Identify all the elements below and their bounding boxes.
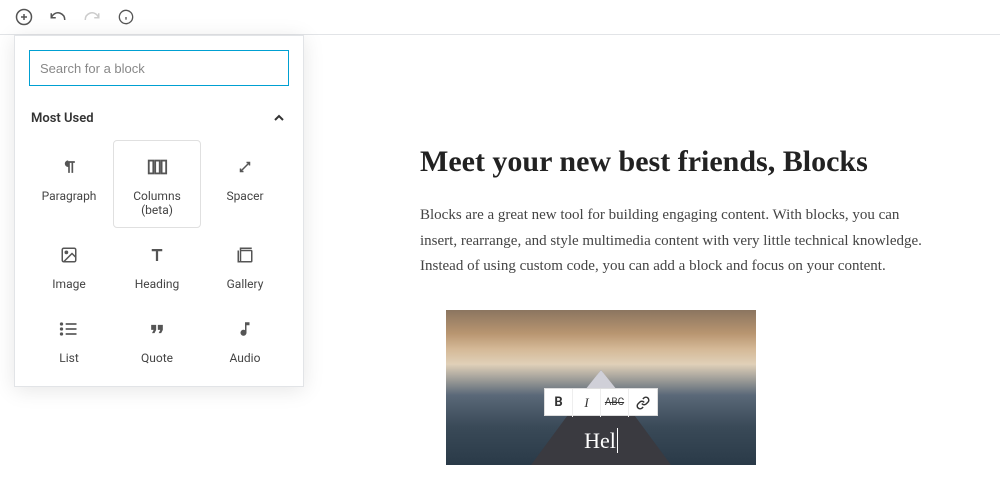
link-icon	[636, 396, 650, 410]
page-title[interactable]: Meet your new best friends, Blocks	[420, 145, 940, 179]
italic-button[interactable]: I	[573, 389, 601, 417]
undo-icon	[49, 8, 67, 26]
intro-paragraph[interactable]: Blocks are a great new tool for building…	[420, 203, 940, 280]
editor-toolbar	[0, 0, 1000, 35]
list-icon	[57, 317, 81, 341]
block-label: Audio	[230, 351, 261, 365]
chevron-up-icon	[271, 110, 287, 126]
format-toolbar: B I ABC	[544, 388, 658, 416]
block-columns[interactable]: Columns (beta)	[113, 140, 201, 228]
paragraph-icon	[57, 155, 81, 179]
block-gallery[interactable]: Gallery	[201, 228, 289, 302]
block-spacer[interactable]: Spacer	[201, 140, 289, 228]
info-button[interactable]	[116, 7, 136, 27]
redo-button[interactable]	[82, 7, 102, 27]
redo-icon	[83, 8, 101, 26]
image-icon	[57, 243, 81, 267]
cover-text-input[interactable]: Hel	[446, 428, 756, 454]
link-button[interactable]	[629, 389, 657, 417]
block-label: Gallery	[227, 277, 264, 291]
quote-icon	[145, 317, 169, 341]
section-title: Most Used	[31, 111, 94, 126]
block-label: List	[59, 351, 79, 365]
block-heading[interactable]: Heading	[113, 228, 201, 302]
blocks-scroll-area[interactable]: Paragraph Columns (beta) Spacer Image	[15, 140, 303, 386]
block-image[interactable]: Image	[25, 228, 113, 302]
block-inserter-panel: Most Used Paragraph Columns (beta)	[14, 35, 304, 387]
most-used-section-header[interactable]: Most Used	[15, 100, 303, 140]
block-label: Spacer	[226, 189, 263, 203]
cover-block[interactable]: B I ABC Hel	[446, 310, 756, 465]
block-label: Heading	[135, 277, 180, 291]
heading-icon	[145, 243, 169, 267]
spacer-icon	[233, 155, 257, 179]
undo-button[interactable]	[48, 7, 68, 27]
audio-icon	[233, 317, 257, 341]
block-label: Image	[52, 277, 85, 291]
plus-circle-icon	[15, 8, 33, 26]
block-list[interactable]: List	[25, 302, 113, 376]
block-label: Quote	[141, 351, 173, 365]
gallery-icon	[233, 243, 257, 267]
block-paragraph[interactable]: Paragraph	[25, 140, 113, 228]
block-quote[interactable]: Quote	[113, 302, 201, 376]
strikethrough-button[interactable]: ABC	[601, 389, 629, 417]
block-label: Columns (beta)	[118, 189, 196, 217]
block-search-input[interactable]	[29, 50, 289, 86]
bold-button[interactable]: B	[545, 389, 573, 417]
add-block-button[interactable]	[14, 7, 34, 27]
block-audio[interactable]: Audio	[201, 302, 289, 376]
editor-content: Meet your new best friends, Blocks Block…	[320, 35, 1000, 500]
block-label: Paragraph	[42, 189, 97, 203]
info-icon	[118, 9, 134, 25]
columns-icon	[145, 155, 169, 179]
